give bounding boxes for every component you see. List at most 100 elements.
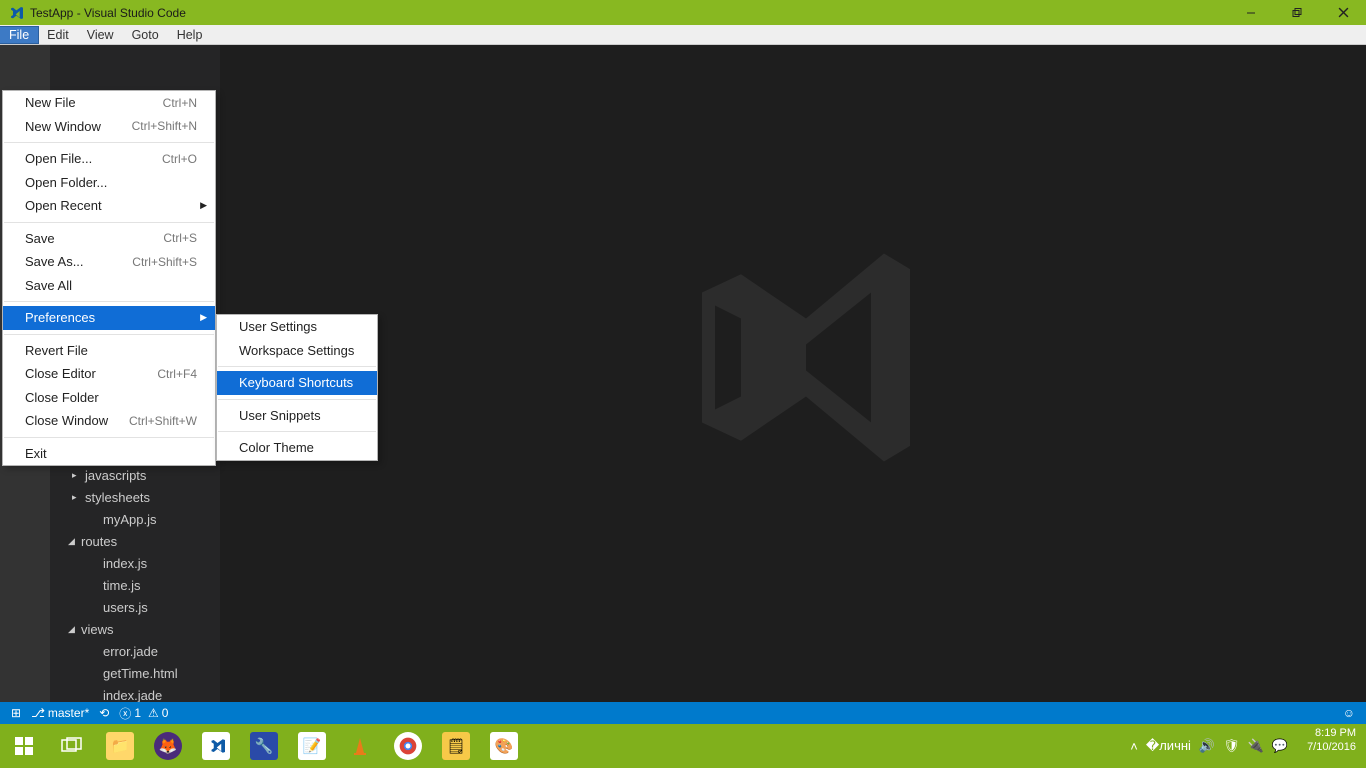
prefs-menu-item[interactable]: Keyboard Shortcuts (217, 371, 377, 395)
tree-file[interactable]: users.js (50, 596, 220, 618)
menu-separator (218, 431, 376, 432)
vscode-watermark-icon (663, 228, 923, 493)
chevron-right-icon: ▸ (72, 492, 82, 503)
vlc-icon (346, 732, 374, 760)
status-problems[interactable]: ⓧ1 ⚠0 (114, 705, 173, 722)
tree-file[interactable]: myApp.js (50, 508, 220, 530)
menu-separator (4, 301, 214, 302)
menu-item-shortcut: Ctrl+S (163, 231, 197, 245)
task-view-button[interactable] (48, 724, 96, 768)
tree-item-label: time.js (100, 578, 141, 593)
menu-goto[interactable]: Goto (123, 27, 168, 43)
file-menu-item[interactable]: Open Recent▶ (3, 194, 215, 218)
menu-help[interactable]: Help (168, 27, 212, 43)
minimize-button[interactable] (1228, 0, 1274, 25)
window-controls (1228, 0, 1366, 25)
tree-item-label: error.jade (100, 644, 158, 659)
tree-folder[interactable]: ▸stylesheets (50, 486, 220, 508)
taskbar-vlc[interactable] (336, 724, 384, 768)
menu-item-label: Color Theme (239, 440, 314, 455)
tray-security-icon[interactable]: 🛡 (1223, 738, 1240, 754)
tray-chevron-up-icon[interactable]: ˄ (1130, 739, 1138, 754)
chevron-down-icon: ◢ (68, 536, 78, 547)
menu-item-shortcut: Ctrl+Shift+W (129, 414, 197, 428)
taskbar-chrome[interactable] (384, 724, 432, 768)
start-button[interactable] (0, 724, 48, 768)
tree-file[interactable]: time.js (50, 574, 220, 596)
taskbar-vscode[interactable] (192, 724, 240, 768)
window-titlebar: TestApp - Visual Studio Code (0, 0, 1366, 25)
tree-file[interactable]: error.jade (50, 640, 220, 662)
taskbar-paint[interactable]: 🎨 (480, 724, 528, 768)
tree-item-label: stylesheets (82, 490, 150, 505)
file-menu-item[interactable]: Close EditorCtrl+F4 (3, 362, 215, 386)
window-title: TestApp - Visual Studio Code (30, 6, 186, 20)
prefs-menu-item[interactable]: User Snippets (217, 404, 377, 428)
file-menu-item[interactable]: New WindowCtrl+Shift+N (3, 115, 215, 139)
file-menu-item[interactable]: Save As...Ctrl+Shift+S (3, 250, 215, 274)
file-menu-item[interactable]: Open Folder... (3, 171, 215, 195)
file-menu-item[interactable]: New File Ctrl+N (3, 91, 215, 115)
app-body: ◢images▸javascripts▸stylesheetsmyApp.js◢… (0, 45, 1366, 702)
tree-folder[interactable]: ◢routes (50, 530, 220, 552)
file-menu-item[interactable]: Save Ctrl+S (3, 227, 215, 251)
file-menu-item[interactable]: Close WindowCtrl+Shift+W (3, 409, 215, 433)
menu-item-label: Open Recent (25, 198, 102, 213)
file-menu-item[interactable]: Close Folder (3, 386, 215, 410)
tree-file[interactable]: index.js (50, 552, 220, 574)
tree-item-label: javascripts (82, 468, 146, 483)
taskbar-firefox[interactable]: 🦊 (144, 724, 192, 768)
file-menu-item[interactable]: Exit (3, 442, 215, 466)
file-menu-item[interactable]: Revert File (3, 339, 215, 363)
status-feedback[interactable]: ☺ (1338, 706, 1360, 720)
close-button[interactable] (1320, 0, 1366, 25)
taskbar-clock[interactable]: 8:19 PM 7/10/2016 (1307, 726, 1360, 754)
menu-separator (218, 366, 376, 367)
tree-item-label: index.js (100, 556, 147, 571)
editor-area[interactable] (220, 45, 1366, 702)
chevron-down-icon: ◢ (68, 624, 78, 635)
menubar: File Edit View Goto Help (0, 25, 1366, 45)
windows-taskbar: 📁 🦊 🔧 📝 🗒 🎨 ˄ �личні 🔊 🛡 🔌 💬 8:19 PM 7/1… (0, 724, 1366, 768)
menu-item-label: New Window (25, 119, 101, 134)
tray-volume-icon[interactable]: 🔊 (1199, 738, 1215, 754)
taskbar-file-explorer[interactable]: 📁 (96, 724, 144, 768)
menu-item-label: Revert File (25, 343, 88, 358)
menu-item-label: New File (25, 95, 76, 110)
file-menu-item[interactable]: Preferences▶ (3, 306, 215, 330)
status-git-branch[interactable]: ⎇master* (26, 706, 94, 720)
menu-item-shortcut: Ctrl+N (163, 96, 197, 110)
tree-item-label: views (78, 622, 114, 637)
tray-action-center-icon[interactable]: 💬 (1272, 738, 1288, 754)
menu-edit[interactable]: Edit (38, 27, 78, 43)
tray-wifi-icon[interactable]: �личні (1146, 738, 1191, 754)
menu-item-label: User Settings (239, 319, 317, 334)
maximize-button[interactable] (1274, 0, 1320, 25)
system-tray[interactable]: ˄ �личні 🔊 🛡 🔌 💬 (1130, 724, 1288, 768)
menu-separator (4, 222, 214, 223)
taskbar-app-2[interactable]: 📝 (288, 724, 336, 768)
taskbar-app-1[interactable]: 🔧 (240, 724, 288, 768)
tree-folder[interactable]: ◢views (50, 618, 220, 640)
status-open-window[interactable]: ⊞ (6, 706, 26, 720)
chevron-right-icon: ▸ (72, 470, 82, 481)
prefs-menu-item[interactable]: Color Theme (217, 436, 377, 460)
status-bar: ⊞ ⎇master* ⟲ ⓧ1 ⚠0 ☺ (0, 702, 1366, 724)
tree-file[interactable]: index.jade (50, 684, 220, 702)
tree-folder[interactable]: ▸javascripts (50, 464, 220, 486)
file-menu-item[interactable]: Open File...Ctrl+O (3, 147, 215, 171)
menu-item-label: User Snippets (239, 408, 321, 423)
menu-item-label: Open Folder... (25, 175, 107, 190)
paint-icon: 🎨 (490, 732, 518, 760)
taskbar-sticky-notes[interactable]: 🗒 (432, 724, 480, 768)
status-sync[interactable]: ⟲ (94, 706, 114, 720)
file-menu-item[interactable]: Save All (3, 274, 215, 298)
prefs-menu-item[interactable]: Workspace Settings (217, 339, 377, 363)
menu-file[interactable]: File (0, 27, 38, 43)
prefs-menu-item[interactable]: User Settings (217, 315, 377, 339)
tree-file[interactable]: getTime.html (50, 662, 220, 684)
menu-item-label: Save (25, 231, 55, 246)
git-branch-icon: ⎇ (31, 706, 45, 720)
tray-power-icon[interactable]: 🔌 (1248, 738, 1264, 754)
menu-view[interactable]: View (78, 27, 123, 43)
